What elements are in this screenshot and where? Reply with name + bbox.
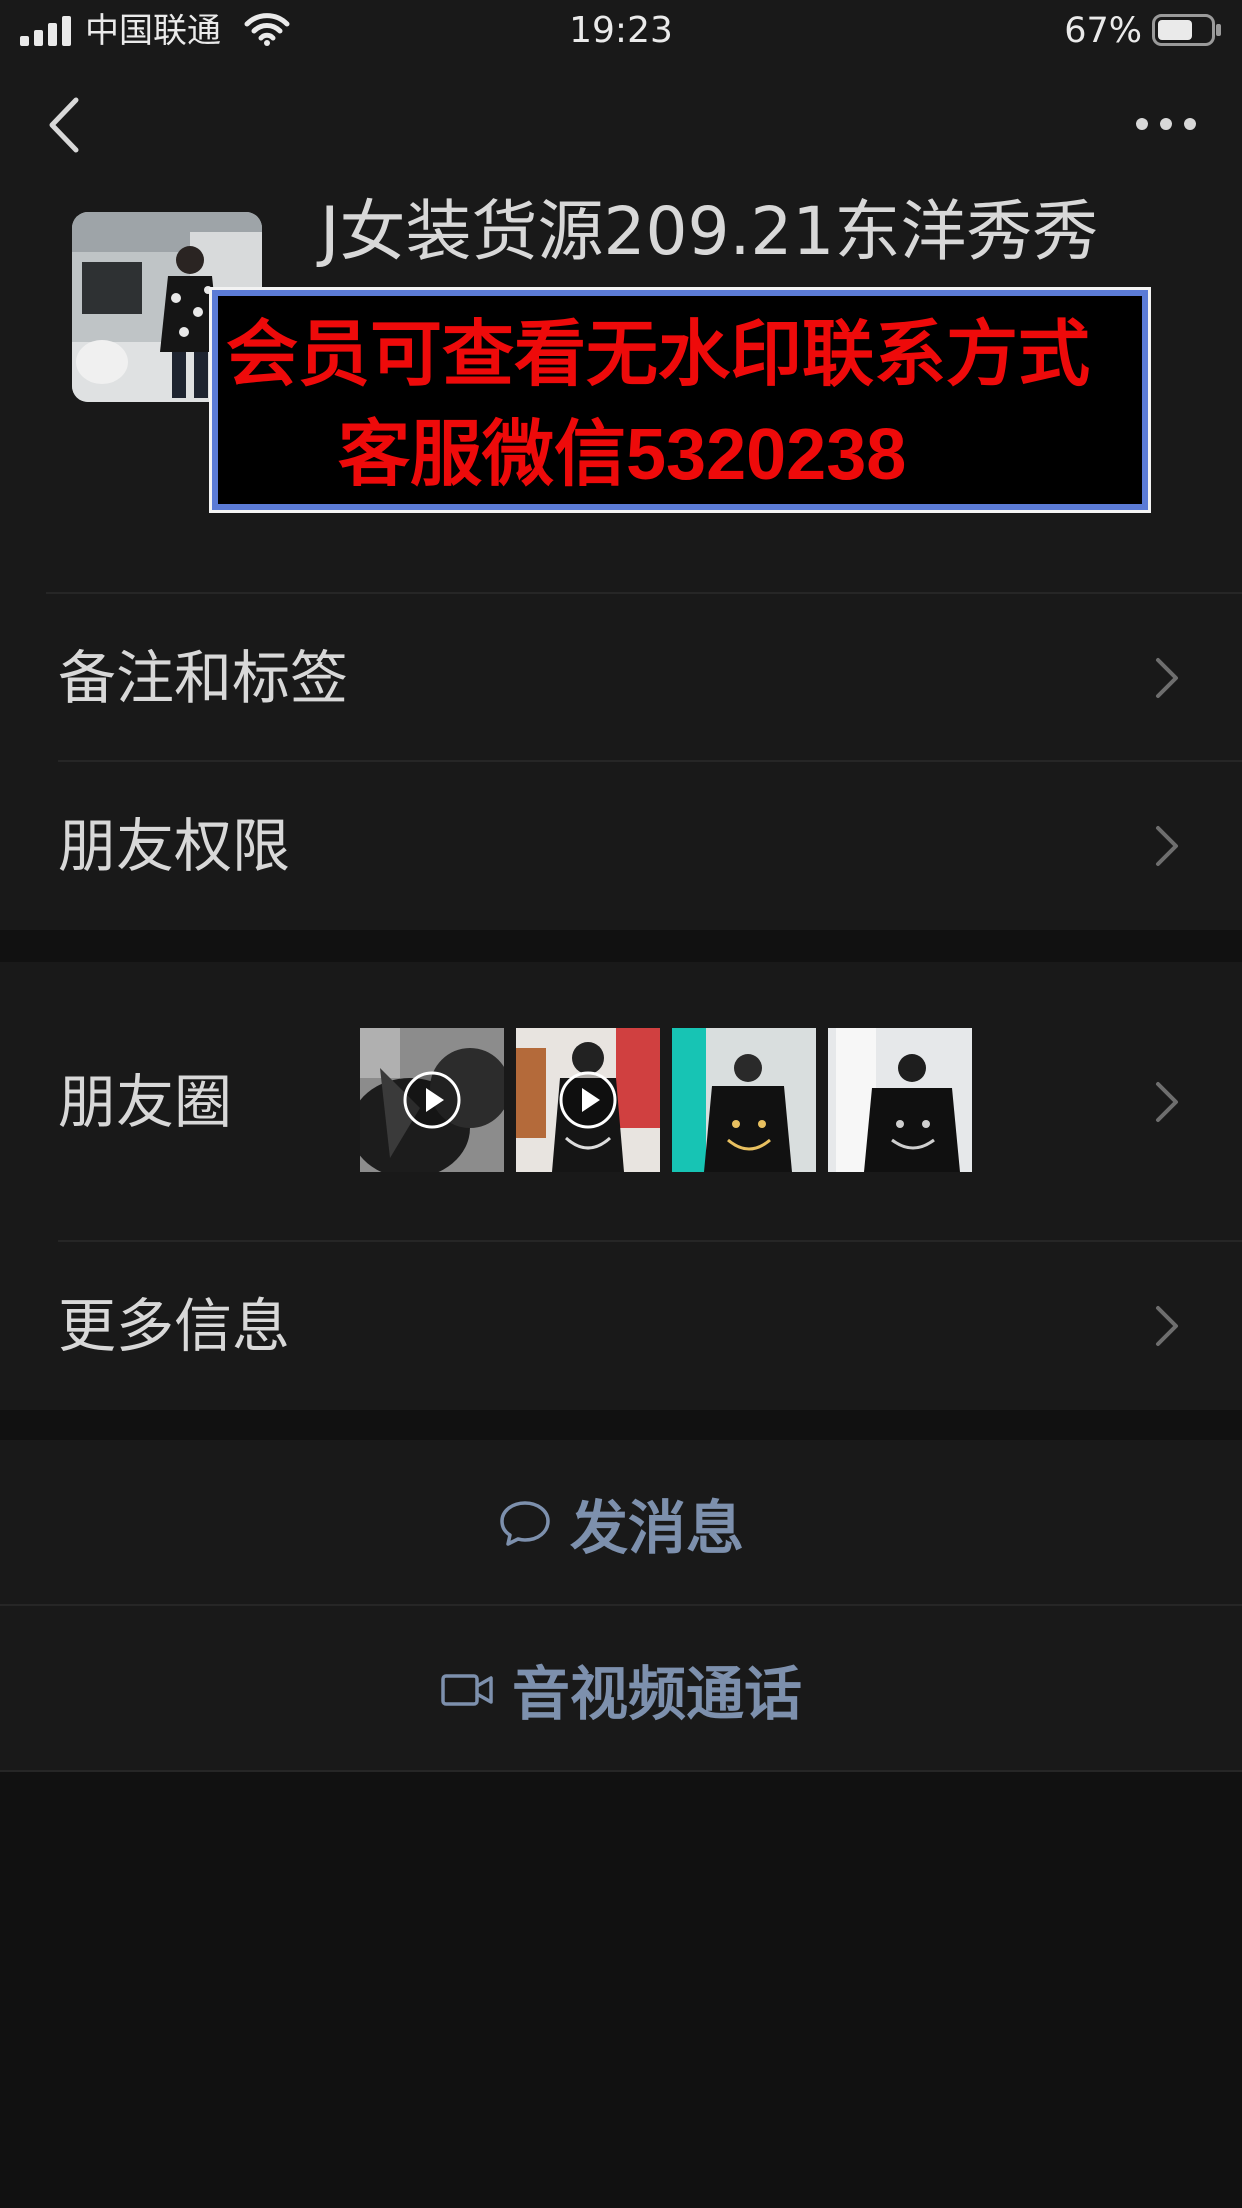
watermark-text-line-1: 会员可查看无水印联系方式 [226, 315, 1091, 395]
profile-name: J女装货源209.21东洋秀秀 [320, 193, 1099, 270]
status-bar: 中国联通 19:23 67% [0, 0, 1242, 62]
video-call-label: 音视频通话 [511, 1660, 802, 1728]
row-label: 朋友权限 [58, 812, 291, 880]
moments-thumbnail [516, 1028, 660, 1172]
row-label: 更多信息 [58, 1292, 291, 1360]
status-time: 19:23 [569, 10, 673, 51]
play-icon [403, 1071, 461, 1129]
play-icon [559, 1071, 617, 1129]
chevron-right-icon [1156, 1306, 1178, 1346]
chevron-right-icon [1156, 658, 1178, 698]
send-message-button[interactable]: 发消息 [0, 1440, 1242, 1606]
divider [0, 1770, 1242, 1772]
moments-row[interactable]: 朋友圈 [0, 962, 1242, 1242]
row-label: 备注和标签 [58, 644, 349, 712]
video-call-button[interactable]: 音视频通话 [0, 1606, 1242, 1772]
watermark-text-line-2: 客服微信5320238 [338, 415, 907, 495]
chevron-right-icon [1156, 826, 1178, 866]
watermark-overlay: 会员可查看无水印联系方式 客服微信5320238 [212, 290, 1148, 510]
moments-thumbnail [672, 1028, 816, 1172]
chat-bubble-icon [500, 1501, 550, 1546]
moments-thumbnail [828, 1028, 972, 1172]
row-label: 朋友圈 [58, 1068, 233, 1136]
profile-header: J女装货源209.21东洋秀秀 会员可查看无水印联系方式 客服微信5320238 [0, 192, 1242, 594]
more-info-row[interactable]: 更多信息 [0, 1242, 1242, 1410]
section-gap [0, 1410, 1242, 1440]
friend-permissions-row[interactable]: 朋友权限 [0, 762, 1242, 930]
navigation-bar [0, 62, 1242, 192]
video-camera-icon [441, 1674, 493, 1706]
chevron-left-icon[interactable] [36, 92, 96, 158]
more-dots-icon[interactable] [1126, 102, 1206, 146]
section-gap [0, 930, 1242, 962]
send-message-label: 发消息 [569, 1494, 744, 1562]
chevron-right-icon [1156, 1082, 1178, 1122]
remarks-and-tags-row[interactable]: 备注和标签 [0, 594, 1242, 762]
battery-percentage: 67% [1064, 11, 1142, 51]
moments-thumbnail [360, 1028, 504, 1172]
battery-icon [1152, 14, 1221, 46]
